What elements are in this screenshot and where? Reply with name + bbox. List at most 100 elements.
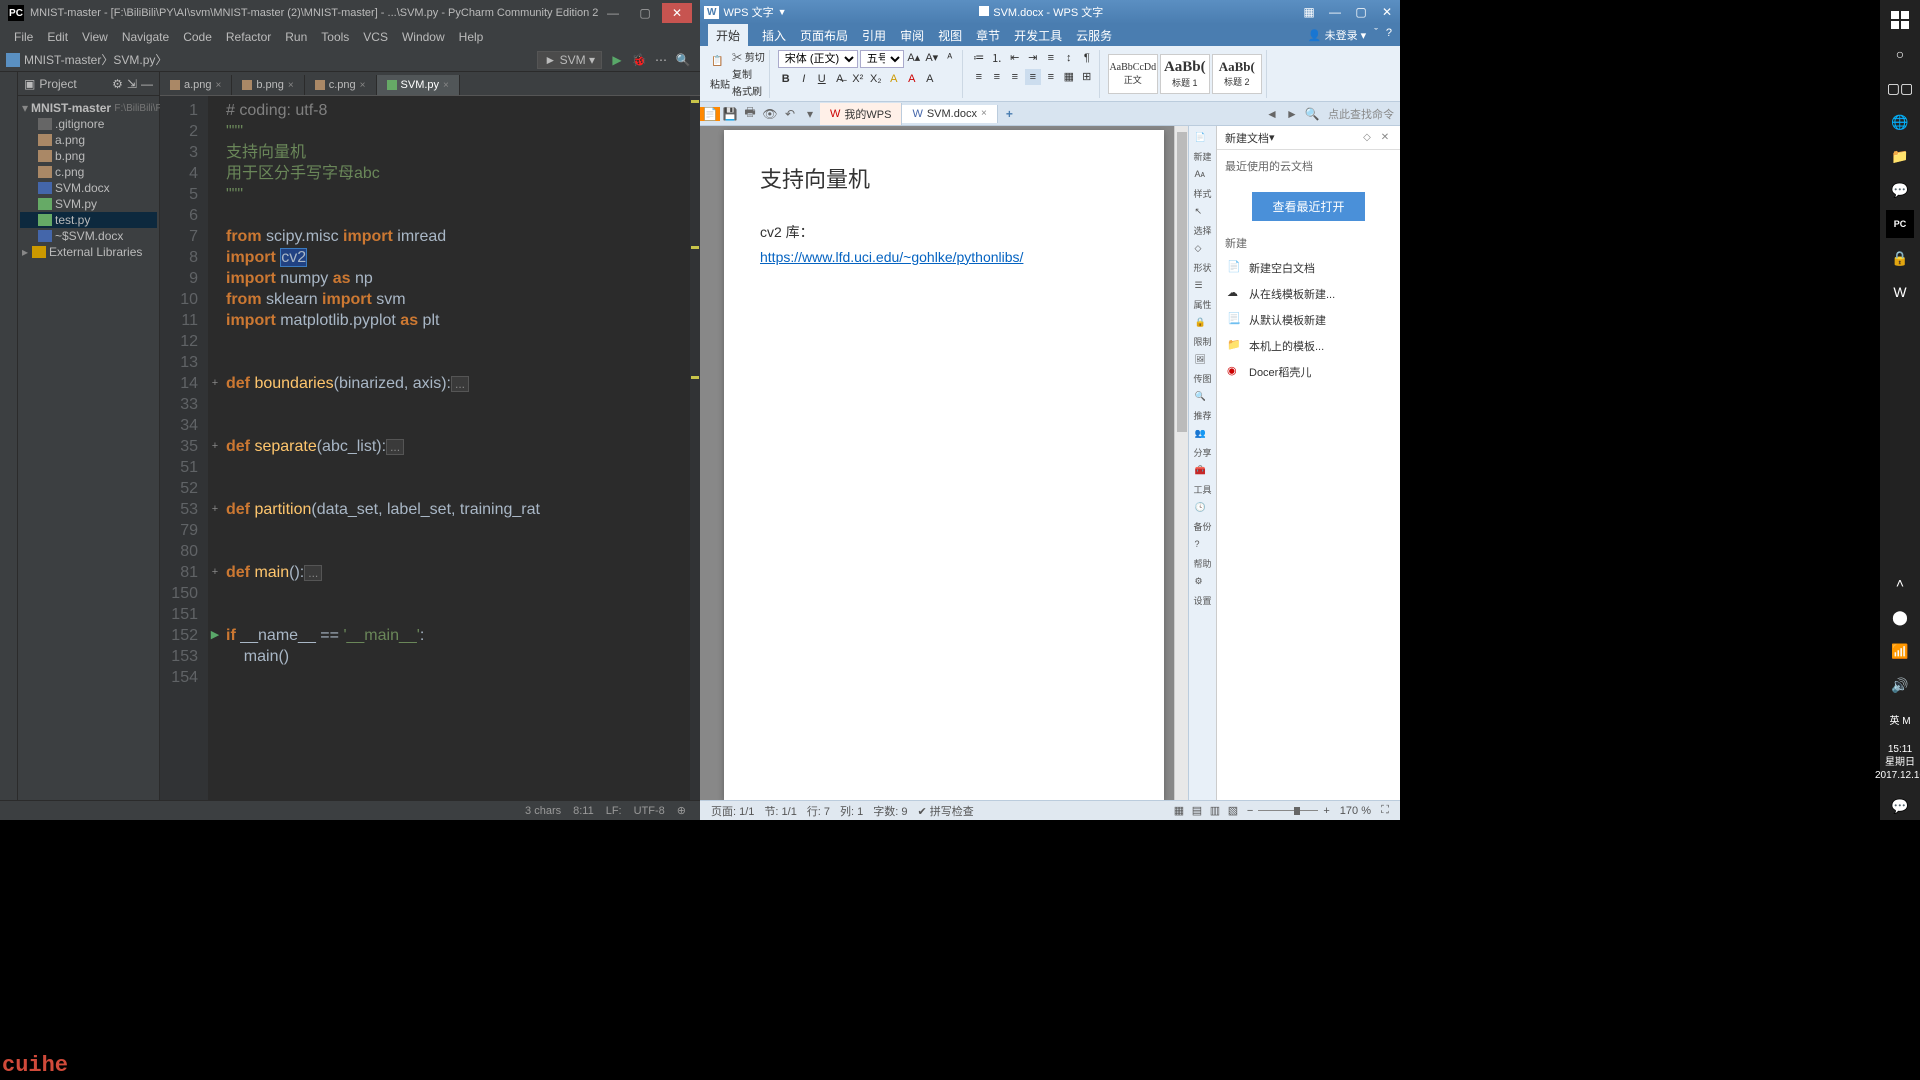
taskview-icon[interactable]: ▢▢ bbox=[1886, 74, 1914, 102]
side-tools[interactable]: 🧰工具 bbox=[1193, 465, 1211, 496]
new-docer[interactable]: ◉Docer稻壳儿 bbox=[1217, 359, 1400, 385]
tree-file[interactable]: .gitignore bbox=[20, 116, 157, 132]
wps-titlebar[interactable]: W WPS 文字 ▼ SVM.docx - WPS 文字 ▦ — ▢ ✕ bbox=[700, 0, 1400, 24]
zoom-out-button[interactable]: − bbox=[1242, 805, 1258, 817]
style-h1[interactable]: AaBb(标题 1 bbox=[1160, 54, 1210, 94]
doc-hyperlink[interactable]: https://www.lfd.uci.edu/~gohlke/pythonli… bbox=[760, 249, 1023, 265]
format-painter-button[interactable]: 格式刷 bbox=[732, 83, 765, 98]
taskbar-app[interactable]: 💬 bbox=[1886, 176, 1914, 204]
editor-tab[interactable]: b.png× bbox=[232, 75, 304, 95]
doc-paragraph[interactable]: cv2 库： bbox=[760, 220, 1128, 245]
run-button[interactable]: ▶ bbox=[608, 51, 626, 69]
wps-close-button[interactable]: ✕ bbox=[1374, 2, 1400, 22]
side-recommend[interactable]: 🔍推荐 bbox=[1193, 391, 1211, 422]
decrease-font-icon[interactable]: A▾ bbox=[924, 50, 940, 66]
search-icon[interactable]: 🔍 bbox=[1302, 107, 1322, 121]
wps-collapse-ribbon-icon[interactable]: ˇ bbox=[1374, 27, 1378, 43]
tree-file[interactable]: c.png bbox=[20, 164, 157, 180]
superscript-button[interactable]: X² bbox=[850, 71, 866, 87]
view-print-icon[interactable]: ▦ bbox=[1170, 804, 1188, 818]
editor-tab[interactable]: c.png× bbox=[305, 75, 377, 95]
taskbar-app[interactable]: 🌐 bbox=[1886, 108, 1914, 136]
newpanel-close-icon[interactable]: ✕ bbox=[1378, 131, 1392, 145]
view-web-icon[interactable]: ▥ bbox=[1206, 804, 1224, 818]
side-shapes[interactable]: ◇形状 bbox=[1193, 243, 1211, 274]
status-page[interactable]: 页面: 1/1 bbox=[706, 803, 759, 819]
status-enc[interactable]: UTF-8 bbox=[628, 805, 671, 817]
increase-font-icon[interactable]: A▴ bbox=[906, 50, 922, 66]
new-default-template[interactable]: 📃从默认模板新建 bbox=[1217, 307, 1400, 333]
linespace-button[interactable]: ≡ bbox=[1043, 50, 1059, 66]
style-normal[interactable]: AaBbCcDd正文 bbox=[1108, 54, 1158, 94]
project-tree[interactable]: ▾MNIST-master F:\BiliBili\P .gitignore a… bbox=[18, 96, 159, 800]
menu-window[interactable]: Window bbox=[396, 28, 451, 46]
tree-root[interactable]: ▾MNIST-master F:\BiliBili\P bbox=[20, 100, 157, 116]
side-upload[interactable]: 🖼传图 bbox=[1193, 354, 1211, 385]
tray-ime-icon[interactable]: 英 M bbox=[1886, 705, 1914, 733]
wps-page-view[interactable]: 支持向量机 cv2 库： https://www.lfd.uci.edu/~go… bbox=[700, 126, 1188, 800]
taskbar-app-pycharm[interactable]: PC bbox=[1886, 210, 1914, 238]
align-left-button[interactable]: ≡ bbox=[971, 69, 987, 85]
error-stripe[interactable] bbox=[690, 96, 700, 800]
redo-icon[interactable]: ▾ bbox=[800, 107, 820, 121]
wps-login-hint[interactable]: 👤 未登录 ▾ bbox=[1308, 27, 1366, 43]
zoom-value[interactable]: 170 % bbox=[1335, 805, 1376, 817]
align-right-button[interactable]: ≡ bbox=[1007, 69, 1023, 85]
pycharm-titlebar[interactable]: PC MNIST-master - [F:\BiliBili\PY\AI\svm… bbox=[0, 0, 700, 26]
status-ins[interactable]: ⊕ bbox=[671, 804, 692, 817]
wps-skin-button[interactable]: ▦ bbox=[1296, 2, 1322, 22]
zoom-slider[interactable] bbox=[1258, 810, 1318, 811]
cut-button[interactable]: ✂ 剪切 bbox=[732, 49, 765, 64]
status-words[interactable]: 字数: 9 bbox=[868, 803, 912, 819]
menu-code[interactable]: Code bbox=[177, 28, 218, 46]
taskbar-app[interactable]: 🔒 bbox=[1886, 244, 1914, 272]
fullscreen-icon[interactable]: ⛶ bbox=[1376, 804, 1394, 818]
font-size-select[interactable]: 五号 bbox=[860, 50, 904, 68]
fold-column[interactable]: ++++▶ bbox=[208, 96, 222, 800]
status-spell[interactable]: ✔ 拼写检查 bbox=[913, 803, 979, 819]
distribute-button[interactable]: ≡ bbox=[1043, 69, 1059, 85]
copy-button[interactable]: 复制 bbox=[732, 66, 765, 81]
ribbon-tab[interactable]: 章节 bbox=[976, 27, 1000, 44]
outdent-button[interactable]: ⇤ bbox=[1007, 50, 1023, 66]
underline-button[interactable]: U bbox=[814, 71, 830, 87]
view-read-icon[interactable]: ▤ bbox=[1188, 804, 1206, 818]
menu-file[interactable]: File bbox=[8, 28, 39, 46]
menu-edit[interactable]: Edit bbox=[41, 28, 74, 46]
side-select[interactable]: ↖选择 bbox=[1193, 206, 1211, 237]
menu-run[interactable]: Run bbox=[279, 28, 313, 46]
showmarks-button[interactable]: ¶ bbox=[1079, 50, 1095, 66]
side-settings[interactable]: ⚙设置 bbox=[1193, 576, 1211, 607]
ribbon-tab[interactable]: 页面布局 bbox=[800, 27, 848, 44]
line-number-gutter[interactable]: 1234567891011121314333435515253798081150… bbox=[160, 96, 208, 800]
ribbon-tab[interactable]: 插入 bbox=[762, 27, 786, 44]
run-config-selector[interactable]: ► SVM ▾ bbox=[537, 51, 602, 69]
style-h2[interactable]: AaBb(标题 2 bbox=[1212, 54, 1262, 94]
shading-button[interactable]: ▦ bbox=[1061, 69, 1077, 85]
close-doc-icon[interactable]: × bbox=[981, 108, 987, 119]
nav-fwd-icon[interactable]: ► bbox=[1282, 107, 1302, 121]
breadcrumb-root[interactable]: MNIST-master bbox=[24, 53, 101, 67]
menu-navigate[interactable]: Navigate bbox=[116, 28, 175, 46]
strike-button[interactable]: A̶ bbox=[832, 71, 848, 87]
search-hint[interactable]: 点此查找命令 bbox=[1322, 106, 1400, 122]
menu-refactor[interactable]: Refactor bbox=[220, 28, 277, 46]
close-tab-icon[interactable]: × bbox=[443, 80, 449, 91]
side-backup[interactable]: 🕓备份 bbox=[1193, 502, 1211, 533]
cortana-icon[interactable]: ○ bbox=[1886, 40, 1914, 68]
project-collapse-icon[interactable]: ▣ bbox=[24, 77, 35, 91]
wps-maximize-button[interactable]: ▢ bbox=[1348, 2, 1374, 22]
clear-format-icon[interactable]: ᴬ bbox=[942, 50, 958, 66]
side-share[interactable]: 👥分享 bbox=[1193, 428, 1211, 459]
menu-help[interactable]: Help bbox=[453, 28, 490, 46]
wps-help-icon[interactable]: ? bbox=[1386, 27, 1392, 43]
highlight-button[interactable]: A bbox=[886, 71, 902, 87]
wps-minimize-button[interactable]: — bbox=[1322, 2, 1348, 22]
undo-icon[interactable]: ↶ bbox=[780, 107, 800, 121]
align-center-button[interactable]: ≡ bbox=[989, 69, 1005, 85]
menu-tools[interactable]: Tools bbox=[315, 28, 355, 46]
preview-icon[interactable]: 👁 bbox=[760, 107, 780, 121]
close-tab-icon[interactable]: × bbox=[360, 80, 366, 91]
ribbon-tab[interactable]: 开发工具 bbox=[1014, 27, 1062, 44]
code-body[interactable]: # coding: utf-8"""支持向量机用于区分手写字母abc"""fro… bbox=[222, 96, 700, 800]
